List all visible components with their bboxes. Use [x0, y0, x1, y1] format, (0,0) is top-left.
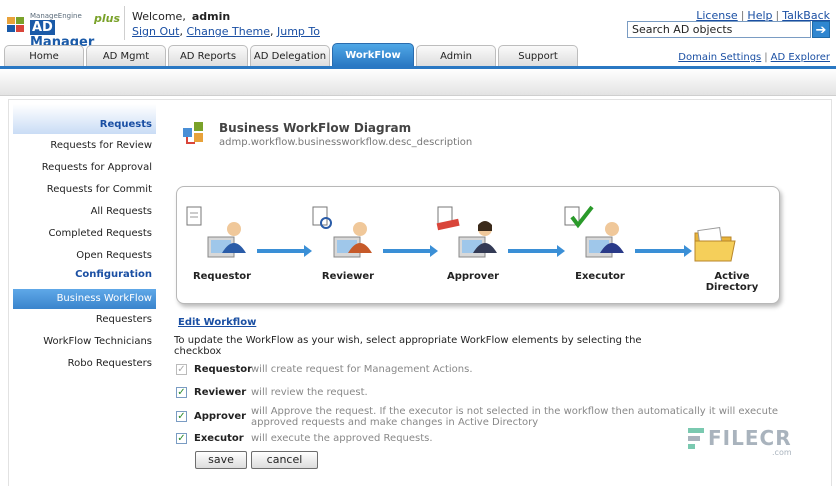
brand-company: ManageEngine: [30, 12, 82, 20]
brand-ad: AD: [30, 20, 55, 35]
sidebar-item-requests-for-review[interactable]: Requests for Review: [13, 137, 152, 155]
domain-links: Domain Settings | AD Explorer: [678, 52, 830, 63]
sidebar-item-all-requests[interactable]: All Requests: [13, 203, 152, 221]
sidebar-item-robo-requesters[interactable]: Robo Requesters: [13, 355, 152, 373]
flow-arrow: [257, 245, 312, 257]
requestor-computer-icon: [186, 206, 246, 258]
workflow-diagram: Requestor Reviewer Approver Executor Act…: [176, 186, 780, 304]
domain-settings-link[interactable]: Domain Settings: [678, 52, 761, 63]
watermark: FILECR .com: [686, 424, 796, 458]
diagram-node-requestor: Requestor: [182, 187, 262, 299]
header-divider: [124, 6, 125, 40]
page-description: admp.workflow.businessworkflow.desc_desc…: [219, 137, 473, 148]
diagram-node-active-directory: Active Directory: [687, 187, 777, 299]
diagram-label-executor: Executor: [575, 271, 625, 282]
welcome-text: Welcome, admin: [132, 10, 230, 23]
tab-support[interactable]: Support: [498, 45, 578, 66]
sidebar: Requests Requests for Review Requests fo…: [13, 104, 156, 484]
tab-workflow[interactable]: WorkFlow: [332, 43, 414, 66]
diagram-node-executor: Executor: [560, 187, 640, 299]
tab-ad-delegation[interactable]: AD Delegation: [250, 45, 330, 66]
tab-home[interactable]: Home: [4, 45, 84, 66]
brand-plus: plus: [94, 12, 121, 25]
flow-arrow: [508, 245, 565, 257]
arrow-right-icon: ➔: [815, 23, 827, 38]
save-button[interactable]: save: [195, 451, 247, 469]
sidebar-item-workflow-technicians[interactable]: WorkFlow Technicians: [13, 333, 152, 351]
diagram-label-active-directory: Active Directory: [705, 271, 759, 293]
change-theme-link[interactable]: Change Theme: [186, 25, 270, 38]
logo-mark-icon: [7, 17, 24, 32]
sidebar-item-requests-for-approval[interactable]: Requests for Approval: [13, 159, 152, 177]
flow-arrow: [635, 245, 692, 257]
requestor-checkbox[interactable]: ✓: [176, 364, 187, 375]
admanager-logo: ManageEngine AD Manager plus: [6, 12, 121, 50]
search-input[interactable]: Search AD objects: [627, 21, 811, 38]
sidebar-section-requests-label: Requests: [99, 119, 152, 130]
welcome-label: Welcome,: [132, 10, 186, 23]
reviewer-checkbox[interactable]: ✓: [176, 387, 187, 398]
search-go-button[interactable]: ➔: [812, 21, 830, 38]
option-requestor-name: Requestor: [194, 364, 253, 375]
diagram-node-reviewer: Reviewer: [308, 187, 388, 299]
watermark-logo-icon: [688, 428, 704, 449]
username: admin: [191, 10, 231, 23]
option-reviewer-desc: will review the request.: [251, 387, 368, 398]
diagram-label-approver: Approver: [446, 271, 500, 282]
cancel-button[interactable]: cancel: [251, 451, 318, 469]
tab-admin[interactable]: Admin: [416, 45, 496, 66]
jump-to-link[interactable]: Jump To: [277, 25, 320, 38]
tab-ad-reports[interactable]: AD Reports: [168, 45, 248, 66]
user-links: Sign Out, Change Theme, Jump To: [132, 25, 320, 38]
diagram-label-reviewer: Reviewer: [321, 271, 375, 282]
sidebar-section-requests: Requests: [13, 104, 156, 134]
flow-arrow: [383, 245, 438, 257]
executor-checkbox[interactable]: ✓: [176, 433, 187, 444]
sidebar-item-completed-requests[interactable]: Completed Requests: [13, 225, 152, 243]
sidebar-section-configuration: Configuration: [75, 269, 152, 280]
diagram-node-approver: Approver: [433, 187, 513, 299]
approver-computer-icon: [436, 206, 497, 258]
sidebar-item-requests-for-commit[interactable]: Requests for Commit: [13, 181, 152, 199]
option-reviewer-name: Reviewer: [194, 387, 247, 398]
instruction-text: To update the WorkFlow as your wish, sel…: [174, 335, 642, 357]
sign-out-link[interactable]: Sign Out: [132, 25, 179, 38]
option-approver-name: Approver: [194, 411, 247, 422]
watermark-suffix: .com: [772, 448, 792, 457]
reviewer-computer-icon: [312, 206, 372, 258]
executor-computer-icon: [564, 205, 624, 258]
folder-icon: [694, 226, 736, 262]
sidebar-item-open-requests[interactable]: Open Requests: [13, 247, 152, 265]
edit-workflow-link[interactable]: Edit Workflow: [178, 317, 256, 328]
sidebar-item-requesters[interactable]: Requesters: [13, 311, 152, 329]
option-executor-name: Executor: [194, 433, 244, 444]
sidebar-item-business-workflow[interactable]: Business WorkFlow: [13, 289, 156, 309]
approver-checkbox[interactable]: ✓: [176, 411, 187, 422]
diagram-label-requestor: Requestor: [192, 271, 252, 282]
page-title: Business WorkFlow Diagram: [219, 121, 412, 135]
watermark-text: FILECR: [708, 426, 792, 450]
workflow-icon: [183, 122, 203, 144]
tab-ad-mgmt[interactable]: AD Mgmt: [86, 45, 166, 66]
option-requestor-desc: will create request for Management Actio…: [251, 364, 473, 375]
sub-header-band: [0, 69, 836, 96]
ad-explorer-link[interactable]: AD Explorer: [771, 52, 830, 63]
